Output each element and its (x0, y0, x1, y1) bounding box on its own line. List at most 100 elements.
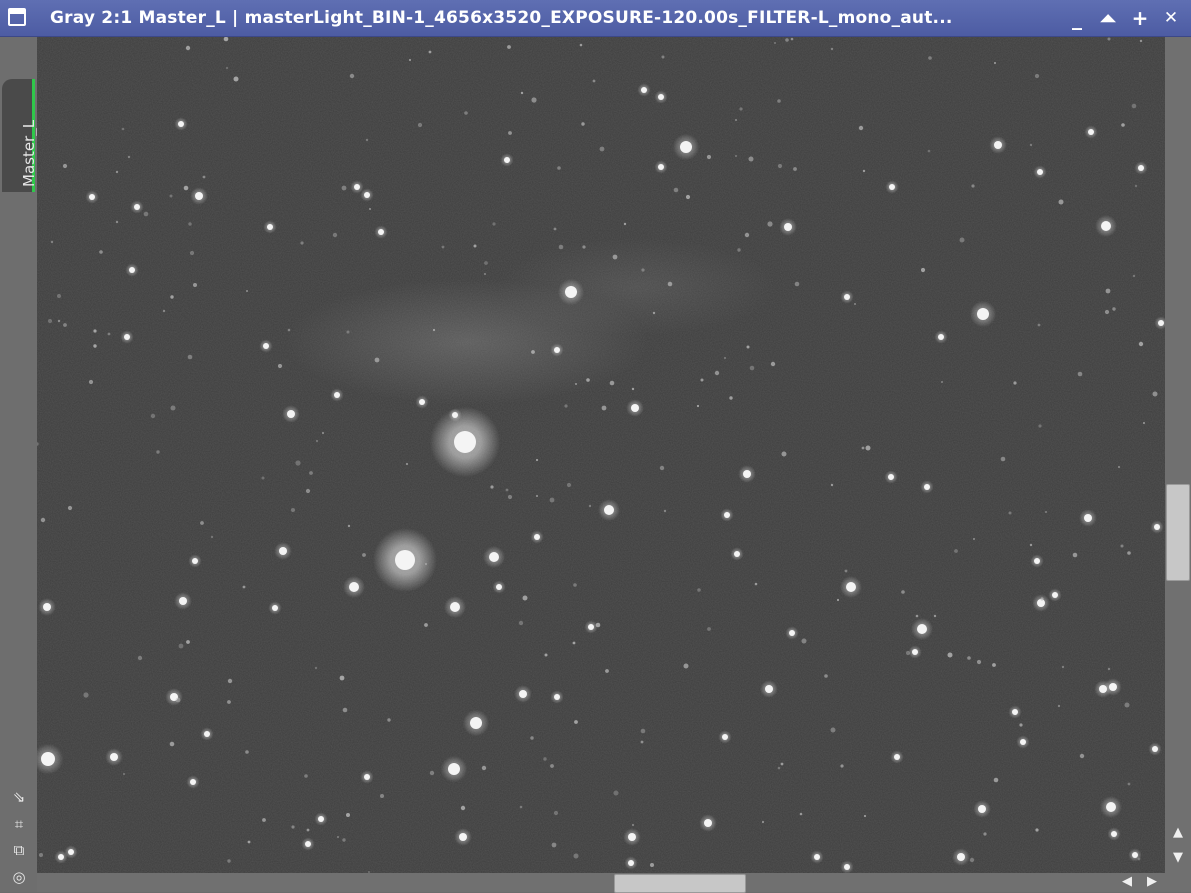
faint-star (723, 356, 727, 360)
expand-button[interactable]: + (1129, 7, 1151, 29)
faint-star (683, 663, 689, 669)
faint-star (640, 740, 644, 744)
faint-star (564, 404, 568, 408)
shade-button[interactable]: _ (1066, 7, 1088, 29)
faint-star (1029, 143, 1033, 147)
star (888, 474, 894, 480)
faint-star (940, 380, 944, 384)
faint-star (183, 185, 189, 191)
faint-star (531, 350, 535, 354)
faint-star (380, 794, 384, 798)
faint-star (973, 538, 975, 540)
faint-star (277, 363, 283, 369)
faint-star (1019, 723, 1023, 727)
star (378, 229, 384, 235)
faint-star (927, 149, 931, 153)
star (178, 121, 184, 127)
faint-star (1152, 391, 1158, 397)
star (190, 779, 196, 785)
faint-star (507, 45, 511, 49)
fit-frame-icon[interactable]: ⌗ (9, 814, 29, 834)
star (1152, 746, 1158, 752)
faint-star (242, 585, 246, 589)
star (272, 605, 278, 611)
faint-star (739, 107, 743, 111)
star (814, 854, 820, 860)
faint-star (1124, 702, 1130, 708)
vertical-scroll-thumb[interactable] (1166, 484, 1190, 581)
faint-star (761, 820, 765, 824)
star (41, 752, 55, 766)
faint-star (830, 483, 834, 487)
faint-star (535, 458, 539, 462)
star (912, 649, 918, 655)
faint-star (305, 488, 311, 494)
clone-icon[interactable]: ⧉ (9, 840, 29, 860)
faint-star (50, 240, 54, 244)
star (204, 731, 210, 737)
faint-star (770, 361, 776, 367)
faint-star (785, 38, 789, 42)
faint-star (424, 562, 428, 566)
faint-star (1040, 597, 1044, 601)
faint-star (484, 273, 486, 275)
window-icon[interactable] (8, 8, 26, 26)
faint-star (854, 303, 856, 305)
faint-star (1072, 552, 1078, 558)
faint-star (186, 640, 190, 644)
faint-star (707, 627, 711, 631)
star (604, 505, 614, 515)
title-bar[interactable]: Gray 2:1 Master_L | masterLight_BIN-1_46… (0, 0, 1191, 37)
close-button[interactable]: ✕ (1160, 7, 1182, 29)
faint-star (332, 232, 338, 238)
star (1037, 169, 1043, 175)
horizontal-scroll-thumb[interactable] (614, 874, 746, 893)
horizontal-scrollbar[interactable]: ◀ ▶ (37, 873, 1165, 893)
faint-star (1143, 422, 1145, 424)
star (917, 624, 927, 634)
faint-star (40, 517, 46, 523)
faint-star (1013, 381, 1017, 385)
star (565, 286, 577, 298)
vertical-scrollbar[interactable]: ▲ ▼ (1165, 37, 1191, 873)
faint-star (295, 460, 301, 466)
star (496, 584, 502, 590)
faint-star (156, 450, 160, 454)
faint-star (901, 590, 905, 594)
window-title: Gray 2:1 Master_L | masterLight_BIN-1_46… (50, 8, 953, 28)
diagonal-arrow-icon[interactable]: ⇘ (9, 787, 29, 807)
faint-star (928, 56, 932, 60)
scroll-left-arrow-icon[interactable]: ◀ (1117, 874, 1137, 890)
scroll-down-arrow-icon[interactable]: ▼ (1168, 850, 1188, 866)
faint-star (1044, 510, 1048, 514)
scroll-right-arrow-icon[interactable]: ▶ (1142, 874, 1162, 890)
target-icon[interactable]: ◎ (9, 867, 29, 887)
star (978, 805, 986, 813)
faint-star (1061, 665, 1065, 669)
scroll-corner (1165, 873, 1191, 892)
faint-star (115, 220, 119, 224)
star (134, 204, 140, 210)
faint-star (428, 50, 432, 54)
image-view[interactable] (37, 37, 1165, 873)
faint-star (408, 58, 412, 62)
star (364, 192, 370, 198)
star (489, 552, 499, 562)
scroll-up-arrow-icon[interactable]: ▲ (1168, 825, 1188, 841)
maximize-button[interactable]: ⏶ (1097, 7, 1119, 29)
faint-star (544, 653, 548, 657)
star (1138, 165, 1144, 171)
star (179, 597, 187, 605)
faint-star (735, 155, 737, 157)
faint-star (1079, 753, 1085, 759)
star (504, 157, 510, 163)
faint-star (774, 42, 776, 44)
faint-star (652, 311, 656, 315)
faint-star (631, 387, 635, 391)
faint-star (143, 211, 149, 217)
faint-star (983, 832, 987, 836)
faint-star (566, 482, 572, 488)
star (894, 754, 900, 760)
faint-star (573, 853, 579, 859)
star (192, 558, 198, 564)
